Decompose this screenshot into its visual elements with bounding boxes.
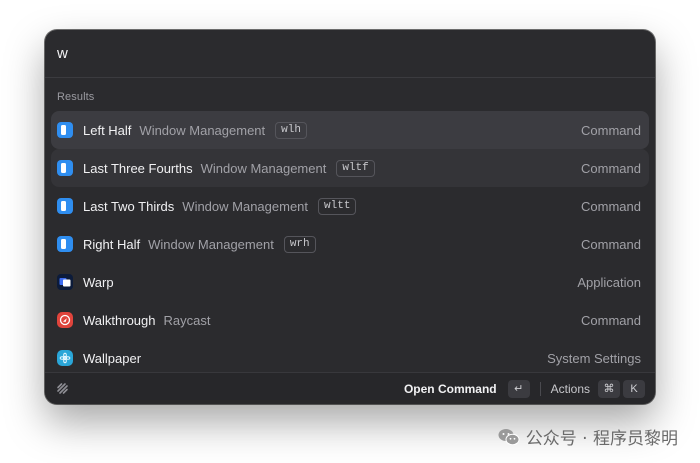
result-subtitle: Window Management	[200, 160, 327, 176]
result-type: Command	[581, 236, 641, 252]
result-title: Last Two Thirds	[83, 198, 175, 214]
wechat-icon	[498, 428, 520, 445]
result-row-left-half[interactable]: Left Half Window Management wlh Command	[51, 111, 649, 149]
open-command-button[interactable]: Open Command	[404, 382, 497, 396]
window-management-icon	[57, 122, 73, 138]
actions-button[interactable]: Actions	[551, 382, 590, 396]
result-alias: wltt	[318, 197, 357, 215]
result-row-walkthrough[interactable]: Walkthrough Raycast Command	[51, 301, 649, 339]
result-row-last-three-fourths[interactable]: Last Three Fourths Window Management wlt…	[51, 149, 649, 187]
enter-key-hint: ↵	[507, 379, 530, 398]
search-bar	[45, 30, 655, 78]
window-management-icon	[57, 160, 73, 176]
result-subtitle: Window Management	[139, 122, 266, 138]
result-type: Application	[577, 274, 641, 290]
window-management-icon	[57, 236, 73, 252]
result-title: Walkthrough	[83, 312, 156, 328]
window-management-icon	[57, 198, 73, 214]
result-alias: wlh	[275, 121, 307, 139]
raycast-logo-icon	[55, 382, 69, 396]
footer-divider	[539, 381, 541, 396]
result-alias: wltf	[336, 159, 375, 177]
result-title: Last Three Fourths	[83, 160, 193, 176]
result-row-warp[interactable]: Warp Application	[51, 263, 649, 301]
search-input[interactable]	[57, 45, 617, 62]
result-row-right-half[interactable]: Right Half Window Management wrh Command	[51, 225, 649, 263]
screen: Results Left Half Window Management wlh …	[0, 0, 700, 463]
result-title: Warp	[83, 274, 114, 290]
warp-app-icon	[57, 274, 73, 290]
watermark: 公众号 · 程序员黎明	[498, 424, 678, 449]
result-title: Left Half	[83, 122, 132, 138]
command-key-hint: ⌘	[598, 379, 620, 398]
raycast-walkthrough-icon	[57, 312, 73, 328]
action-bar: Open Command ↵ Actions ⌘ K	[45, 372, 655, 404]
watermark-text: 公众号 · 程序员黎明	[525, 429, 678, 449]
result-alias: wrh	[283, 235, 316, 253]
result-type: Command	[581, 198, 641, 214]
result-type: Command	[581, 122, 641, 138]
k-key-hint: K	[623, 379, 645, 398]
wallpaper-icon	[57, 350, 73, 366]
results-list: Left Half Window Management wlh Command …	[45, 111, 655, 377]
result-type: System Settings	[547, 350, 641, 366]
result-subtitle: Raycast	[163, 312, 211, 328]
result-type: Command	[581, 160, 641, 176]
result-subtitle: Window Management	[148, 236, 274, 252]
result-title: Right Half	[83, 236, 141, 252]
results-section-title: Results	[57, 91, 95, 103]
raycast-window: Results Left Half Window Management wlh …	[45, 30, 655, 404]
footer-actions: Open Command ↵ Actions ⌘ K	[404, 379, 655, 398]
result-row-last-two-thirds[interactable]: Last Two Thirds Window Management wltt C…	[51, 187, 649, 225]
result-type: Command	[581, 312, 641, 328]
result-subtitle: Window Management	[182, 198, 309, 214]
result-title: Wallpaper	[83, 350, 142, 366]
